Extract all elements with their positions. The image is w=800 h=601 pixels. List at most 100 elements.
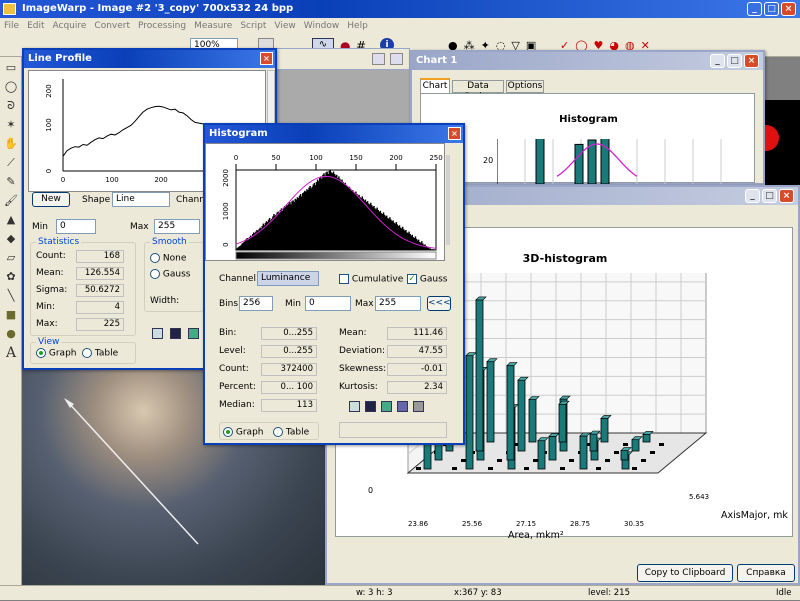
excel-icon[interactable]: [188, 328, 199, 339]
image-window-titlebar: [270, 48, 410, 70]
c3-floor-marker: [641, 459, 646, 462]
wand-icon[interactable]: ✶: [3, 117, 19, 133]
view-table-option[interactable]: Table: [82, 348, 118, 359]
histogram-close-button[interactable]: ×: [448, 127, 461, 140]
statistics-group-label: Statistics: [36, 237, 82, 247]
c3-bar: [486, 361, 495, 443]
percent-label: Percent:: [219, 382, 256, 392]
histogram3d-maximize-button[interactable]: □: [762, 189, 777, 203]
stamp-icon[interactable]: ▲: [3, 212, 19, 228]
cumulative-label: Cumulative: [351, 274, 404, 285]
menu-window[interactable]: Window: [300, 21, 344, 31]
median-label: Median:: [219, 400, 255, 410]
chart1-close-button[interactable]: ×: [744, 54, 759, 68]
image-window-maximize-button[interactable]: [390, 53, 403, 65]
smooth-group-label: Smooth: [150, 237, 189, 247]
max-input[interactable]: 255: [154, 219, 200, 234]
bin-value: 0...255: [261, 327, 317, 340]
cumulative-option[interactable]: Cumulative: [339, 274, 403, 285]
line-icon[interactable]: ╲: [3, 288, 19, 304]
gauss-option[interactable]: ✓ Gauss: [407, 274, 447, 285]
c3-bar: [475, 299, 484, 452]
status-xy: x:367 y: 83: [454, 588, 502, 598]
image-window-minimize-button[interactable]: [372, 53, 385, 65]
hist-min-input[interactable]: 0: [305, 296, 351, 311]
lp-y-tick: 100: [45, 118, 53, 131]
stat-max-label: Max:: [36, 319, 58, 329]
hist-table-icon[interactable]: [349, 401, 360, 412]
table-icon[interactable]: [152, 328, 163, 339]
x-tick-3: 28.75: [570, 520, 591, 528]
minimize-button[interactable]: _: [747, 2, 762, 16]
stat-sigma-value: 50.6272: [76, 284, 124, 297]
maximize-button[interactable]: □: [764, 2, 779, 16]
c3-bar: [620, 450, 629, 461]
channel-select[interactable]: Luminance: [257, 271, 319, 286]
rectangle-icon[interactable]: ■: [3, 307, 19, 323]
tab-options[interactable]: Options: [506, 80, 544, 93]
lp-y-tick: 200: [45, 84, 53, 97]
hand-icon[interactable]: ✋: [3, 136, 19, 152]
smooth-gauss-option[interactable]: Gauss: [150, 269, 190, 280]
menu-measure[interactable]: Measure: [190, 21, 236, 31]
copy-to-clipboard-button[interactable]: Copy to Clipboard: [637, 564, 733, 582]
hist-max-input[interactable]: 255: [375, 296, 421, 311]
hist-save-icon[interactable]: [365, 401, 376, 412]
ellipse-icon[interactable]: ●: [3, 326, 19, 342]
hist-x-tick: 50: [272, 154, 281, 162]
text-icon[interactable]: A: [3, 345, 19, 361]
save-icon[interactable]: [170, 328, 181, 339]
menu-view[interactable]: View: [270, 21, 299, 31]
hist-view-table-option[interactable]: Table: [273, 427, 309, 438]
smooth-none-option[interactable]: None: [150, 253, 186, 264]
brush-icon[interactable]: 🖌: [3, 193, 19, 209]
rect-select-icon[interactable]: ▭: [3, 60, 19, 76]
smooth-none-label: None: [162, 253, 187, 264]
eraser-icon[interactable]: ▱: [3, 250, 19, 266]
histogram-slider-track[interactable]: [446, 155, 450, 245]
histogram3d-close-button[interactable]: ×: [779, 189, 794, 203]
smooth-gauss-label: Gauss: [162, 269, 191, 280]
x-tick-2: 27.15: [516, 520, 537, 528]
menu-edit[interactable]: Edit: [23, 21, 48, 31]
menu-acquire[interactable]: Acquire: [49, 21, 91, 31]
menu-file[interactable]: File: [0, 21, 23, 31]
hist-print-icon[interactable]: [413, 401, 424, 412]
menu-script[interactable]: Script: [236, 21, 270, 31]
menu-processing[interactable]: Processing: [134, 21, 190, 31]
line-profile-close-button[interactable]: ×: [260, 52, 273, 65]
channel-label: Channel: [219, 274, 256, 284]
tab-data-series[interactable]: Data Series: [452, 80, 504, 102]
histogram3d-minimize-button[interactable]: _: [745, 189, 760, 203]
menu-help[interactable]: Help: [343, 21, 372, 31]
ellipse-select-icon[interactable]: ◯: [3, 79, 19, 95]
pencil-icon[interactable]: ✎: [3, 174, 19, 190]
help-button[interactable]: Справка: [737, 564, 795, 582]
hist-copy-icon[interactable]: [397, 401, 408, 412]
close-button[interactable]: ×: [781, 2, 796, 16]
reset-range-button[interactable]: <<<: [427, 296, 451, 311]
max-label: Max: [130, 222, 149, 232]
menu-convert[interactable]: Convert: [90, 21, 134, 31]
histogram-title: Histogram: [209, 128, 268, 139]
fill-icon[interactable]: ◆: [3, 231, 19, 247]
min-input[interactable]: 0: [56, 219, 96, 234]
c3-floor-marker: [461, 459, 466, 462]
c3-floor-marker: [605, 459, 610, 462]
blur-icon[interactable]: ✿: [3, 269, 19, 285]
lasso-icon[interactable]: ᘐ: [3, 98, 19, 114]
chart1-minimize-button[interactable]: _: [710, 54, 725, 68]
chart1-maximize-button[interactable]: □: [727, 54, 742, 68]
c3-floor-marker: [497, 459, 502, 462]
bins-input[interactable]: 256: [239, 296, 273, 311]
hist-view-graph-option[interactable]: Graph: [223, 427, 263, 438]
hist-excel-icon[interactable]: [381, 401, 392, 412]
z-tick: 5.643: [689, 493, 710, 501]
eyedropper-icon[interactable]: ⟋: [3, 155, 19, 171]
shape-select[interactable]: Line: [112, 192, 170, 207]
c3-floor-marker: [632, 467, 637, 470]
view-graph-option[interactable]: Graph: [36, 348, 76, 359]
stat-mean-value: 126.554: [76, 267, 124, 280]
tab-chart[interactable]: Chart: [420, 78, 450, 93]
new-button[interactable]: New: [32, 192, 70, 207]
